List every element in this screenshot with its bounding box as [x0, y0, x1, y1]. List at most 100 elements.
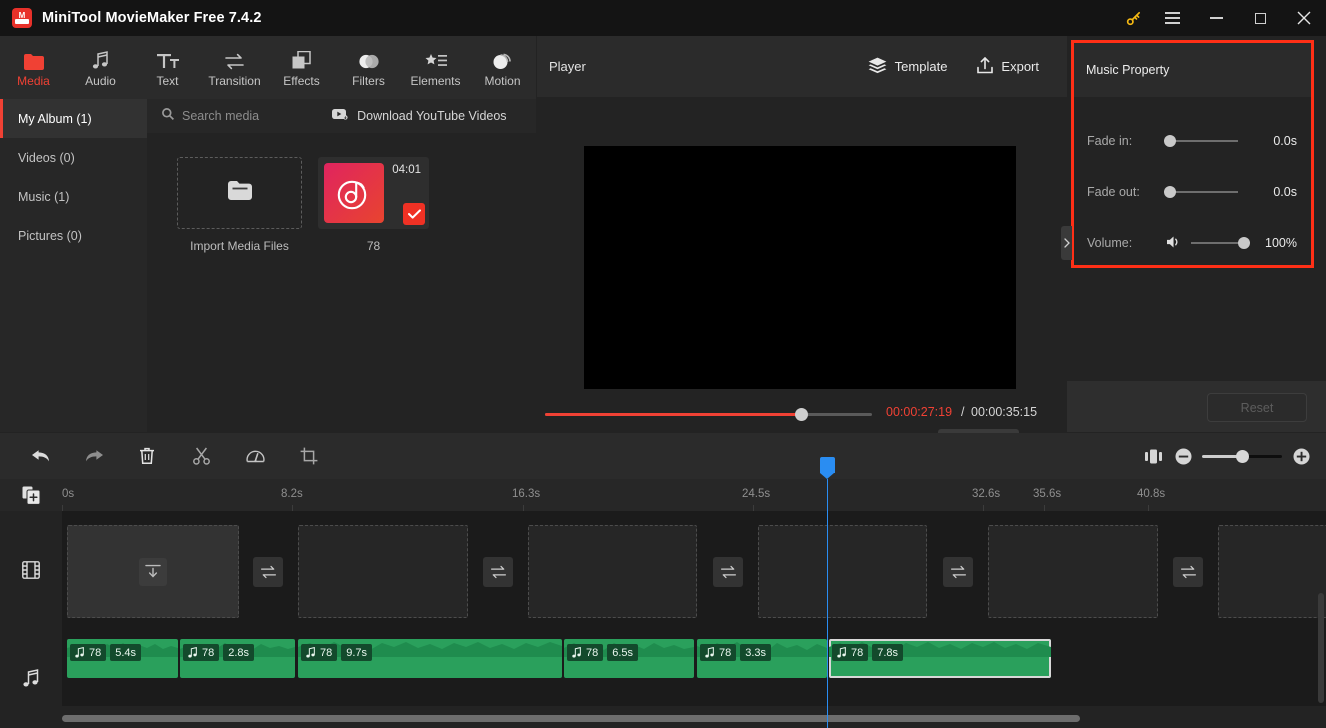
search-input[interactable]: Search media [162, 107, 259, 125]
key-icon[interactable] [1116, 0, 1150, 36]
delete-button[interactable] [134, 443, 160, 469]
menu-icon[interactable] [1150, 0, 1194, 36]
zoom-in-icon[interactable] [1286, 441, 1316, 471]
timeline-ruler[interactable]: 0s 8.2s 16.3s 24.5s 32.6s 35.6s 40.8s [0, 479, 1326, 511]
fade-in-slider[interactable] [1164, 135, 1238, 147]
audio-clip[interactable]: 78 7.8s [829, 639, 1051, 678]
library-nav-pictures[interactable]: Pictures (0) [0, 216, 147, 255]
timeline-panel: 0s 8.2s 16.3s 24.5s 32.6s 35.6s 40.8s 78… [0, 433, 1326, 728]
tab-effects[interactable]: Effects [268, 36, 335, 99]
minimize-icon[interactable] [1194, 0, 1238, 36]
media-thumbnail[interactable]: 04:01 [318, 157, 429, 229]
library-grid: Import Media Files 04:01 78 [147, 133, 536, 253]
library-nav-videos[interactable]: Videos (0) [0, 138, 147, 177]
seek-handle[interactable] [795, 408, 808, 421]
video-slot[interactable] [67, 525, 239, 618]
motion-icon [492, 48, 513, 70]
audio-clip-badges: 78 7.8s [832, 644, 904, 661]
timeline-zoom-handle[interactable] [1236, 449, 1249, 463]
music-artwork-icon [324, 163, 384, 223]
library-nav-my-album[interactable]: My Album (1) [0, 99, 147, 138]
collapse-panel-button[interactable] [1061, 226, 1072, 260]
template-button[interactable]: Template [868, 57, 947, 77]
video-slot[interactable] [988, 525, 1158, 618]
tab-label: Elements [410, 73, 461, 88]
library-nav-music[interactable]: Music (1) [0, 177, 147, 216]
audio-track-head[interactable] [0, 633, 62, 728]
main-toolbar: Media Audio Text Transition Effects Filt… [0, 36, 536, 99]
media-selected-check-icon[interactable] [403, 203, 425, 225]
fade-in-handle[interactable] [1164, 135, 1176, 147]
video-slot[interactable] [298, 525, 468, 618]
tab-filters[interactable]: Filters [335, 36, 402, 99]
audio-clip[interactable]: 78 6.5s [564, 639, 694, 678]
tab-transition[interactable]: Transition [201, 36, 268, 99]
audio-clip-name: 78 [586, 646, 599, 659]
export-button[interactable]: Export [977, 56, 1039, 77]
timeline-horizontal-scrollbar[interactable] [62, 715, 1080, 722]
library-nav-label: My Album (1) [18, 111, 92, 126]
timeline-vertical-scrollbar[interactable] [1318, 593, 1324, 703]
fade-out-handle[interactable] [1164, 186, 1176, 198]
import-placeholder-icon [139, 557, 167, 586]
library-content: Search media Download YouTube Videos Imp… [147, 99, 536, 432]
tab-elements[interactable]: Elements [402, 36, 469, 99]
undo-button[interactable] [27, 443, 53, 469]
tab-audio[interactable]: Audio [67, 36, 134, 99]
playhead[interactable] [820, 457, 835, 728]
download-youtube-button[interactable]: Download YouTube Videos [332, 107, 507, 125]
add-transition-button[interactable] [713, 557, 743, 587]
audio-clip[interactable]: 78 5.4s [67, 639, 178, 678]
video-track-head[interactable] [0, 511, 62, 633]
add-transition-button[interactable] [1173, 557, 1203, 587]
reset-button[interactable]: Reset [1207, 393, 1307, 422]
close-icon[interactable] [1282, 0, 1326, 36]
audio-clip-duration: 2.8s [223, 644, 255, 661]
audio-clip-name-badge: 78 [567, 644, 604, 661]
import-media-button[interactable] [177, 157, 302, 229]
maximize-icon[interactable] [1238, 0, 1282, 36]
add-transition-button[interactable] [483, 557, 513, 587]
app-logo-icon: M [12, 8, 32, 28]
tab-label: Transition [208, 73, 261, 88]
timeline-zoom-slider[interactable] [1202, 449, 1282, 463]
audio-clip[interactable]: 78 2.8s [180, 639, 295, 678]
audio-clip[interactable]: 78 9.7s [298, 639, 562, 678]
seek-progress [545, 413, 801, 416]
add-transition-button[interactable] [253, 557, 283, 587]
audio-clip-name: 78 [320, 646, 333, 659]
audio-track[interactable]: 78 5.4s 78 2.8s 78 9.7s 78 6.5s 78 3.3s … [62, 633, 1326, 706]
seek-bar[interactable] [545, 408, 872, 421]
fade-out-slider[interactable] [1164, 186, 1238, 198]
library-nav-label: Pictures (0) [18, 228, 82, 243]
tab-motion[interactable]: Motion [469, 36, 536, 99]
audio-clip[interactable]: 78 3.3s [697, 639, 827, 678]
library-nav: My Album (1) Videos (0) Music (1) Pictur… [0, 99, 147, 432]
crop-button[interactable] [296, 443, 322, 469]
video-slot[interactable] [1218, 525, 1326, 618]
speed-button[interactable] [242, 443, 268, 469]
video-slot[interactable] [758, 525, 927, 618]
video-track[interactable] [62, 511, 1326, 633]
split-view-icon[interactable] [1138, 441, 1168, 471]
add-transition-button[interactable] [943, 557, 973, 587]
playhead-handle[interactable] [820, 457, 835, 479]
tab-label: Effects [283, 73, 320, 88]
redo-button[interactable] [81, 443, 107, 469]
volume-handle[interactable] [1238, 237, 1250, 249]
add-track-button[interactable] [0, 479, 62, 511]
zoom-out-icon[interactable] [1168, 441, 1198, 471]
time-separator: / [961, 405, 965, 419]
folder-icon [23, 48, 44, 70]
video-slot[interactable] [528, 525, 697, 618]
volume-slider[interactable] [1191, 237, 1250, 249]
media-item: 04:01 78 [318, 157, 429, 253]
volume-speaker-icon[interactable] [1166, 235, 1182, 254]
tab-media[interactable]: Media [0, 36, 67, 99]
export-icon [977, 56, 994, 77]
audio-clip-name-badge: 78 [700, 644, 737, 661]
audio-clip-name: 78 [89, 646, 102, 659]
tab-text[interactable]: Text [134, 36, 201, 99]
video-preview[interactable] [584, 146, 1016, 389]
split-button[interactable] [188, 443, 214, 469]
